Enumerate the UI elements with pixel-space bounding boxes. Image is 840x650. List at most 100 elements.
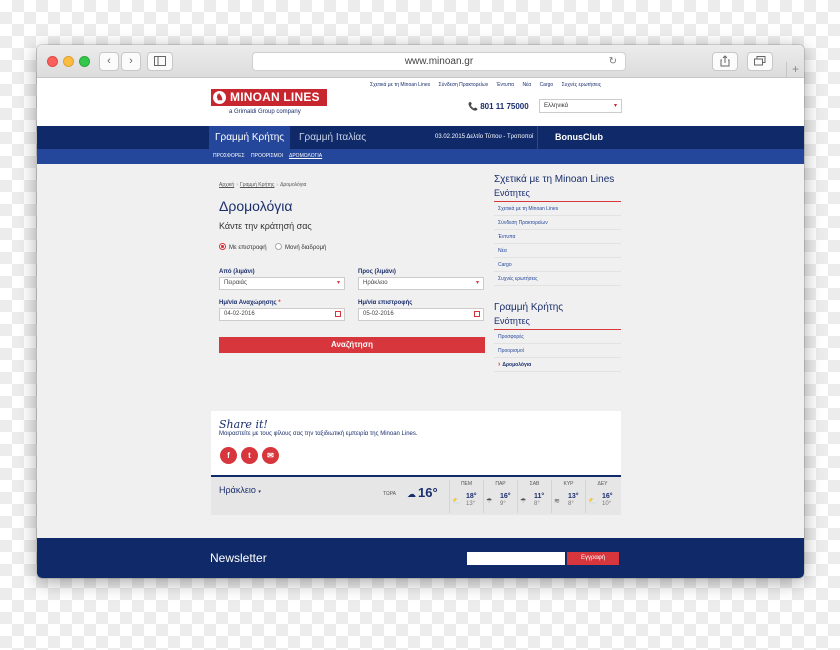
top-link-cargo[interactable]: Cargo — [540, 82, 554, 88]
top-link-brochures[interactable]: Έντυπα — [497, 82, 514, 88]
sidebar-item-about[interactable]: Σχετικά με τη Minoan Lines — [494, 202, 621, 216]
newsletter-footer: Newsletter Εγγραφή — [37, 538, 804, 578]
weather-city: Ηράκλειο — [219, 485, 256, 495]
rain-cloud-icon: ☂ — [486, 498, 493, 505]
share-icon — [720, 55, 730, 67]
facebook-icon[interactable]: f — [220, 447, 237, 464]
required-mark: * — [278, 300, 281, 306]
browser-titlebar: ‹ › www.minoan.gr ↻ + — [37, 45, 804, 78]
sidebar-item-agents[interactable]: Σύνδεση Πρακτορείων — [494, 216, 621, 230]
radio-one-way[interactable]: Μονή διαδρομή — [275, 243, 326, 251]
from-port-value: Πειραιάς — [224, 280, 247, 286]
forecast-high: 18° — [466, 493, 477, 500]
language-select[interactable]: Ελληνικά ▾ — [539, 99, 622, 113]
subnav-schedules[interactable]: ΔΡΟΜΟΛΟΓΙΑ — [289, 149, 322, 164]
return-date-label: Ημ/νία επιστροφής — [358, 300, 413, 306]
address-bar[interactable]: www.minoan.gr ↻ — [252, 52, 626, 71]
search-button[interactable]: Αναζήτηση — [219, 337, 485, 353]
forecast-high: 11° — [534, 493, 545, 500]
sidebar-toggle-button[interactable] — [147, 52, 173, 71]
minimize-window-button[interactable] — [63, 56, 74, 67]
email-icon[interactable]: ✉ — [262, 447, 279, 464]
bonusclub-link[interactable]: BonusClub — [537, 126, 625, 149]
new-tab-button[interactable]: + — [786, 62, 804, 78]
chevron-down-icon: ▾ — [258, 489, 261, 495]
newsletter-subscribe-button[interactable]: Εγγραφή — [567, 552, 619, 565]
top-link-faq[interactable]: Συχνές ερωτήσεις — [562, 82, 601, 88]
forecast-day: ΔΕΥ ⛅ 16° 10° — [585, 480, 619, 513]
radio-return-label: Με επιστροφή — [229, 245, 267, 251]
to-port-select[interactable]: Ηράκλειο ▾ — [358, 277, 484, 290]
share-button[interactable] — [712, 52, 738, 71]
breadcrumb-separator-icon: › — [276, 182, 279, 188]
news-ticker[interactable]: 03.02.2015 Δελτίο Τύπου - Τροποποί — [435, 126, 533, 149]
top-link-agents[interactable]: Σύνδεση Πρακτορείων — [439, 82, 489, 88]
from-port-select[interactable]: Πειραιάς ▾ — [219, 277, 345, 290]
cloud-sun-icon: ⛅ — [452, 498, 461, 505]
sidebar-item-brochures[interactable]: Έντυπα — [494, 230, 621, 244]
sidebar-about-section: Ενότητες — [494, 188, 621, 202]
subnav-destinations[interactable]: ΠΡΟΟΡΙΣΜΟΙ — [251, 149, 283, 164]
newsletter-email-input[interactable] — [467, 552, 565, 565]
phone-icon: 📞 — [468, 102, 478, 111]
top-link-news[interactable]: Νέα — [522, 82, 531, 88]
to-port-label: Προς (λιμάνι) — [358, 269, 396, 275]
sidebar-item-destinations[interactable]: Προορισμοί — [494, 344, 621, 358]
sidebar-item-news[interactable]: Νέα — [494, 244, 621, 258]
sub-nav: ΠΡΟΣΦΟΡΕΣ ΠΡΟΟΡΙΣΜΟΙ ΔΡΟΜΟΛΟΓΙΑ — [37, 149, 804, 164]
departure-date-label-text: Ημ/νία Αναχώρησης — [219, 300, 277, 306]
close-window-button[interactable] — [47, 56, 58, 67]
forecast-day-name: ΣΑΒ — [529, 481, 540, 487]
plus-icon: + — [791, 62, 799, 76]
share-text: Μοιραστείτε με τους φίλους σας την ταξιδ… — [219, 431, 418, 437]
top-link-about[interactable]: Σχετικά με τη Minoan Lines — [370, 82, 430, 88]
departure-date-field[interactable]: 04-02-2016 — [219, 308, 345, 321]
share-title: Share it! — [219, 418, 268, 431]
forecast-high: 16° — [602, 493, 613, 500]
url-text: www.minoan.gr — [404, 56, 474, 67]
sidebar-item-cargo[interactable]: Cargo — [494, 258, 621, 272]
rain-cloud-icon: ☂ — [520, 498, 527, 505]
calendar-icon[interactable] — [335, 311, 341, 317]
chevron-left-icon: ‹ — [107, 55, 111, 67]
forecast-day: ΣΑΒ ☂ 11° 8° — [517, 480, 551, 513]
radio-oneway-label: Μονή διαδρομή — [285, 245, 327, 251]
radio-unchecked-icon — [275, 243, 282, 250]
logo-text: MINOAN LINES — [230, 90, 320, 104]
subnav-offers[interactable]: ΠΡΟΣΦΟΡΕΣ — [213, 149, 245, 164]
phone-number[interactable]: 📞 801 11 75000 — [468, 102, 529, 111]
radio-return-trip[interactable]: Με επιστροφή — [219, 243, 267, 251]
forward-button[interactable]: › — [121, 52, 141, 71]
sidebar: Σχετικά με τη Minoan Lines Ενότητες Σχετ… — [494, 174, 621, 372]
tabs-icon — [754, 56, 766, 66]
tab-crete-line[interactable]: Γραμμή Κρήτης — [209, 126, 291, 149]
tab-italy-line[interactable]: Γραμμή Ιταλίας — [293, 126, 372, 149]
web-page: ♞ MINOAN LINES a Grimaldi Group company … — [37, 78, 804, 578]
sidebar-item-faq[interactable]: Συχνές ερωτήσεις — [494, 272, 621, 286]
share-panel: Share it! Μοιραστείτε με τους φίλους σας… — [211, 411, 621, 475]
minoan-logo[interactable]: ♞ MINOAN LINES — [211, 89, 327, 106]
weather-widget: Ηράκλειο ▾ ΤΩΡΑ ☁ 16° ΠΕΜ ⛅ 18° 13° ΠΑΡ … — [211, 475, 621, 515]
zoom-window-button[interactable] — [79, 56, 90, 67]
forecast-day-name: ΠΑΡ — [495, 481, 506, 487]
tabs-overview-button[interactable] — [747, 52, 773, 71]
breadcrumb-home[interactable]: Αρχική — [219, 182, 234, 188]
language-value: Ελληνικά — [544, 103, 569, 109]
sidebar-item-offers[interactable]: Προσφορές — [494, 330, 621, 344]
calendar-icon[interactable] — [474, 311, 480, 317]
reload-icon[interactable]: ↻ — [609, 53, 617, 70]
forecast-low: 13° — [466, 501, 476, 507]
forecast-low: 9° — [500, 501, 506, 507]
return-date-field[interactable]: 05-02-2016 — [358, 308, 484, 321]
breadcrumb-crete[interactable]: Γραμμή Κρήτης — [240, 182, 275, 188]
from-port-label: Από (λιμάνι) — [219, 269, 255, 275]
radio-checked-icon — [219, 243, 226, 250]
weather-now-temp: 16° — [418, 485, 438, 500]
logo-mark-icon: ♞ — [213, 91, 226, 104]
twitter-icon[interactable]: t — [241, 447, 258, 464]
back-button[interactable]: ‹ — [99, 52, 119, 71]
weather-city-select[interactable]: Ηράκλειο ▾ — [219, 485, 261, 495]
weather-now-label: ΤΩΡΑ — [383, 491, 397, 497]
sidebar-item-schedules[interactable]: Δρομολόγια — [494, 358, 621, 372]
sidebar-icon — [154, 56, 166, 66]
